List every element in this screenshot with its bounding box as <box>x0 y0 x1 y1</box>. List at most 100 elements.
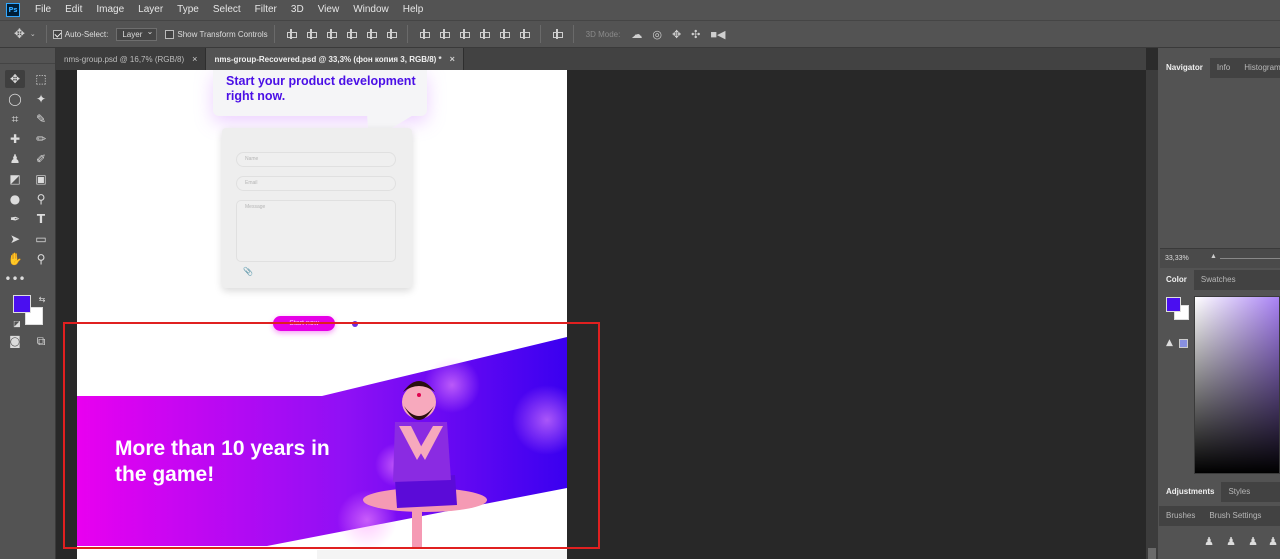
menu-3d[interactable]: 3D <box>284 0 311 20</box>
start-now-label: Start now <box>289 320 319 327</box>
start-now-button: Start now <box>273 316 335 331</box>
blur-icon[interactable]: ● <box>5 190 25 208</box>
tab-adjustments[interactable]: Adjustments <box>1159 482 1222 502</box>
tab-histogram[interactable]: Histogram <box>1237 58 1280 78</box>
document-tab[interactable]: nms-group.psd @ 16,7% (RGB/8) × <box>56 48 207 70</box>
eyedropper-icon[interactable]: ✎ <box>31 110 51 128</box>
clone-source-icon[interactable]: ♟ <box>1202 535 1216 549</box>
auto-select-target-dropdown[interactable]: Layer <box>116 27 158 41</box>
close-icon[interactable]: × <box>192 54 197 64</box>
menu-type[interactable]: Type <box>170 0 206 20</box>
menu-select[interactable]: Select <box>206 0 248 20</box>
clone-source-icon[interactable]: ♟ <box>1246 535 1260 549</box>
zoom-icon[interactable]: ⚲ <box>31 250 51 268</box>
type-icon[interactable]: T <box>31 210 51 228</box>
align-right-icon[interactable] <box>386 29 397 39</box>
brush-icon[interactable]: ✏ <box>31 130 51 148</box>
pen-icon[interactable]: ✒ <box>5 210 25 228</box>
auto-select-checkbox[interactable] <box>52 29 62 39</box>
gradient-icon[interactable]: ▣ <box>31 170 51 188</box>
foreground-color-swatch[interactable] <box>13 295 31 313</box>
menu-layer[interactable]: Layer <box>131 0 170 20</box>
document-canvas[interactable]: Start your product development right now… <box>77 70 567 559</box>
distribute-left-icon[interactable] <box>479 29 490 39</box>
align-top-icon[interactable] <box>286 29 297 39</box>
move-icon[interactable]: ✥ <box>5 70 25 88</box>
clone-source-icon[interactable]: ♟ <box>1224 535 1238 549</box>
distribute-right-icon[interactable] <box>519 29 530 39</box>
web-safe-swatch[interactable] <box>1179 339 1188 348</box>
tab-color[interactable]: Color <box>1159 270 1194 290</box>
align-hcenter-icon[interactable] <box>366 29 377 39</box>
document-tab-label: nms-group-Recovered.psd @ 33,3% (фон коп… <box>214 54 442 64</box>
auto-align-icon[interactable] <box>552 29 563 39</box>
tab-brushes[interactable]: Brushes <box>1159 506 1202 526</box>
menu-window[interactable]: Window <box>346 0 396 20</box>
menu-help[interactable]: Help <box>396 0 431 20</box>
vertical-scrollbar[interactable] <box>1146 70 1158 559</box>
chevron-down-icon[interactable]: ⌄ <box>30 30 36 38</box>
quick-mask-icon[interactable]: ◙ <box>5 332 25 350</box>
menu-file[interactable]: File <box>28 0 58 20</box>
distribute-hcenter-icon[interactable] <box>499 29 510 39</box>
zoom-out-icon[interactable]: ▲ <box>1210 253 1217 260</box>
adjustments-tab-bar: Adjustments Styles <box>1159 482 1280 502</box>
message-placeholder: Message <box>245 204 266 210</box>
stamp-icon[interactable]: ♟ <box>5 150 25 168</box>
paperclip-icon: 📎 <box>243 267 253 276</box>
align-bottom-icon[interactable] <box>326 29 337 39</box>
tab-navigator[interactable]: Navigator <box>1159 58 1210 78</box>
roll-3d-icon[interactable]: ◎ <box>652 28 662 41</box>
distribute-bottom-icon[interactable] <box>459 29 470 39</box>
path-select-icon[interactable]: ➤ <box>5 230 25 248</box>
move-tool-preset-icon[interactable]: ✥ <box>14 26 25 42</box>
tab-brush-settings[interactable]: Brush Settings <box>1202 506 1268 526</box>
divider <box>406 25 408 43</box>
tab-styles[interactable]: Styles <box>1221 482 1257 502</box>
color-tab-bar: Color Swatches <box>1159 270 1280 290</box>
crop-icon[interactable]: ⌗ <box>5 110 25 128</box>
close-icon[interactable]: × <box>450 54 455 64</box>
swap-colors-icon[interactable]: ⇆ <box>32 290 52 308</box>
document-tab-bar: nms-group.psd @ 16,7% (RGB/8) × nms-grou… <box>56 48 1146 70</box>
tab-info[interactable]: Info <box>1210 58 1237 78</box>
orbit-3d-icon[interactable]: ☁ <box>631 28 642 41</box>
dodge-icon[interactable]: ⚲ <box>31 190 51 208</box>
menu-edit[interactable]: Edit <box>58 0 89 20</box>
navigator-preview[interactable] <box>1160 78 1280 248</box>
document-tab-active[interactable]: nms-group-Recovered.psd @ 33,3% (фон коп… <box>206 48 464 70</box>
camera-3d-icon[interactable]: ■◀ <box>710 28 725 41</box>
slide-3d-icon[interactable]: ✣ <box>691 28 700 41</box>
clone-source-icon[interactable]: ♟ <box>1266 535 1280 549</box>
eraser-icon[interactable]: ◩ <box>5 170 25 188</box>
zoom-value[interactable]: 33,33% <box>1165 255 1189 262</box>
gamut-warning-icon[interactable]: ▲ <box>1166 338 1173 348</box>
align-left-icon[interactable] <box>346 29 357 39</box>
divider <box>539 25 541 43</box>
zoom-slider[interactable] <box>1220 258 1280 259</box>
distribute-vcenter-icon[interactable] <box>439 29 450 39</box>
menu-filter[interactable]: Filter <box>248 0 284 20</box>
menu-image[interactable]: Image <box>89 0 131 20</box>
color-panel-foreground-swatch[interactable] <box>1166 297 1181 312</box>
history-brush-icon[interactable]: ✐ <box>31 150 51 168</box>
scrollbar-thumb[interactable] <box>1148 548 1156 559</box>
color-picker-field[interactable] <box>1194 296 1280 474</box>
brushes-tab-bar: Brushes Brush Settings <box>1159 506 1280 526</box>
default-colors-icon[interactable]: ◪ <box>7 314 27 332</box>
marquee-icon[interactable]: ⬚ <box>31 70 51 88</box>
align-vcenter-icon[interactable] <box>306 29 317 39</box>
magic-wand-icon[interactable]: ✦ <box>31 90 51 108</box>
tab-swatches[interactable]: Swatches <box>1194 270 1243 290</box>
screen-mode-icon[interactable]: ⧉ <box>31 332 51 350</box>
distribute-top-icon[interactable] <box>419 29 430 39</box>
more-tools-icon[interactable]: ••• <box>4 270 25 288</box>
drag-3d-icon[interactable]: ✥ <box>672 28 681 41</box>
healing-icon[interactable]: ✚ <box>5 130 25 148</box>
show-transform-checkbox[interactable] <box>165 29 175 39</box>
rectangle-icon[interactable]: ▭ <box>31 230 51 248</box>
hand-icon[interactable]: ✋ <box>5 250 25 268</box>
name-placeholder: Name <box>245 156 259 162</box>
lasso-icon[interactable]: ◯ <box>5 90 25 108</box>
menu-view[interactable]: View <box>311 0 347 20</box>
